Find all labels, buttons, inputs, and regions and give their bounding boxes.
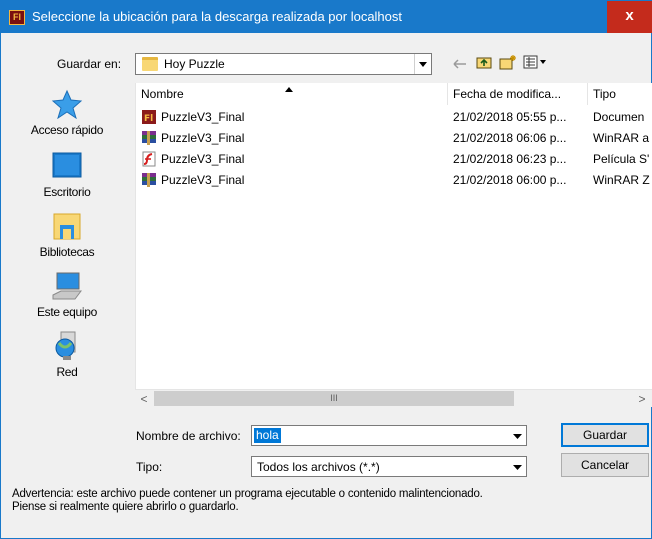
place-label: Este equipo bbox=[36, 305, 98, 319]
place-label: Acceso rápido bbox=[30, 123, 104, 137]
column-header-date[interactable]: Fecha de modifica... bbox=[448, 83, 588, 105]
network-icon bbox=[55, 331, 76, 360]
warning-line-2: Piense si realmente quiere abrirlo o gua… bbox=[12, 501, 239, 513]
view-menu-icon bbox=[523, 55, 546, 69]
file-date: 21/02/2018 06:06 p... bbox=[453, 131, 567, 145]
title-bar[interactable]: Fl Seleccione la ubicación para la desca… bbox=[1, 1, 652, 33]
svg-text:Fl: Fl bbox=[144, 114, 153, 124]
place-network[interactable]: Red bbox=[7, 331, 127, 387]
scroll-right-button[interactable]: > bbox=[633, 390, 651, 408]
libraries-icon bbox=[53, 213, 81, 240]
file-date: 21/02/2018 06:23 p... bbox=[453, 152, 567, 166]
column-header-name[interactable]: Nombre bbox=[136, 83, 448, 105]
new-folder-button[interactable] bbox=[498, 54, 518, 74]
chevron-down-icon bbox=[513, 434, 522, 439]
file-list[interactable]: Nombre Fecha de modifica... Tipo Fl Puzz… bbox=[135, 83, 652, 407]
column-header-type[interactable]: Tipo bbox=[588, 83, 652, 105]
cancel-button[interactable]: Cancelar bbox=[561, 453, 649, 477]
table-row[interactable]: PuzzleV3_Final 21/02/2018 06:23 p... Pel… bbox=[136, 149, 652, 169]
table-row[interactable]: Fl PuzzleV3_Final 21/02/2018 05:55 p... … bbox=[136, 107, 652, 127]
type-label: Tipo: bbox=[136, 460, 163, 474]
folder-icon bbox=[142, 57, 158, 71]
type-value: Todos los archivos (*.*) bbox=[257, 460, 380, 474]
filename-dropdown-button[interactable] bbox=[509, 426, 526, 445]
place-quick-access[interactable]: Acceso rápido bbox=[7, 89, 127, 145]
horizontal-scrollbar[interactable]: < III > bbox=[135, 389, 652, 407]
save-in-label: Guardar en: bbox=[57, 57, 122, 71]
place-label: Bibliotecas bbox=[39, 245, 95, 259]
scroll-thumb[interactable]: III bbox=[154, 391, 514, 406]
filename-value: hola bbox=[254, 428, 281, 443]
place-libraries[interactable]: Bibliotecas bbox=[7, 211, 127, 267]
sort-ascending-icon bbox=[285, 87, 293, 92]
file-date: 21/02/2018 06:00 p... bbox=[453, 173, 567, 187]
desktop-icon bbox=[52, 152, 82, 178]
file-name: PuzzleV3_Final bbox=[161, 131, 245, 145]
table-row[interactable]: PuzzleV3_Final 21/02/2018 06:06 p... Win… bbox=[136, 128, 652, 148]
new-folder-icon bbox=[499, 55, 516, 70]
column-label: Nombre bbox=[141, 87, 184, 101]
winrar-icon bbox=[142, 131, 156, 145]
scroll-left-button[interactable]: < bbox=[135, 390, 153, 408]
security-warning: Advertencia: este archivo puede contener… bbox=[12, 488, 632, 514]
file-type: Película S' bbox=[593, 152, 650, 166]
type-select[interactable]: Todos los archivos (*.*) bbox=[251, 456, 527, 477]
view-menu-button[interactable] bbox=[522, 54, 548, 74]
chevron-down-icon bbox=[513, 465, 522, 470]
current-folder: Hoy Puzzle bbox=[164, 57, 225, 71]
filename-label: Nombre de archivo: bbox=[136, 429, 241, 443]
file-name: PuzzleV3_Final bbox=[161, 110, 245, 124]
back-arrow-icon bbox=[453, 59, 466, 69]
window-title: Seleccione la ubicación para la descarga… bbox=[32, 9, 403, 24]
file-name: PuzzleV3_Final bbox=[161, 152, 245, 166]
file-type: WinRAR Z bbox=[593, 173, 650, 187]
place-label: Escritorio bbox=[43, 185, 91, 199]
flash-app-icon: Fl bbox=[9, 10, 25, 25]
close-button[interactable]: x bbox=[607, 1, 652, 33]
save-button[interactable]: Guardar bbox=[561, 423, 649, 447]
file-date: 21/02/2018 05:55 p... bbox=[453, 110, 567, 124]
type-dropdown-button[interactable] bbox=[509, 457, 526, 476]
close-icon: x bbox=[625, 7, 634, 24]
flash-document-icon: Fl bbox=[142, 110, 156, 124]
save-dialog: Fl Seleccione la ubicación para la desca… bbox=[0, 0, 652, 539]
table-row[interactable]: PuzzleV3_Final 21/02/2018 06:00 p... Win… bbox=[136, 170, 652, 190]
back-button[interactable] bbox=[450, 54, 470, 74]
place-this-pc[interactable]: Este equipo bbox=[7, 271, 127, 327]
chevron-down-icon[interactable] bbox=[414, 54, 431, 74]
place-desktop[interactable]: Escritorio bbox=[7, 151, 127, 207]
flash-movie-icon bbox=[142, 151, 156, 167]
filename-input[interactable]: hola bbox=[251, 425, 527, 446]
file-name: PuzzleV3_Final bbox=[161, 173, 245, 187]
place-label: Red bbox=[56, 365, 78, 379]
up-folder-icon bbox=[476, 57, 492, 69]
grip-icon: III bbox=[330, 393, 338, 403]
up-folder-button[interactable] bbox=[474, 54, 494, 74]
file-type: WinRAR a bbox=[593, 131, 650, 145]
save-in-dropdown[interactable]: Hoy Puzzle bbox=[135, 53, 432, 75]
computer-icon bbox=[52, 272, 82, 300]
file-type: Documen bbox=[593, 110, 645, 124]
star-icon bbox=[51, 89, 83, 119]
winrar-icon bbox=[142, 173, 156, 187]
places-bar: Acceso rápido Escritorio Bibliotecas Est… bbox=[7, 83, 127, 403]
warning-line-1: Advertencia: este archivo puede contener… bbox=[12, 488, 483, 500]
